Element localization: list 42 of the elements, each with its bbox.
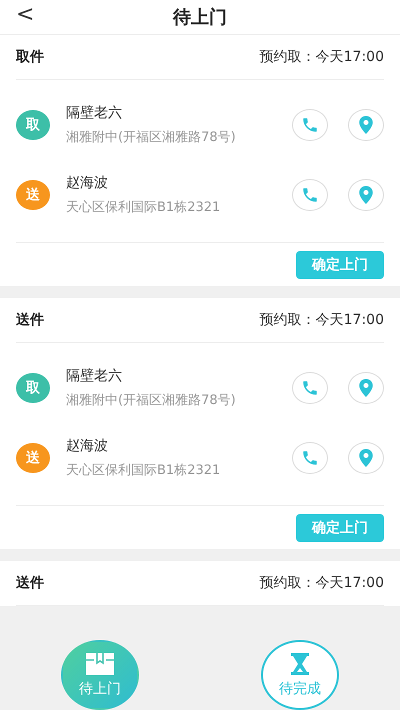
location-pin-icon: [357, 185, 375, 205]
nav-tab[interactable]: 待完成: [261, 640, 339, 710]
contact-badge: 送: [16, 443, 50, 473]
page-title: 待上门: [173, 6, 227, 29]
contact-address: 湘雅附中(开福区湘雅路78号): [66, 392, 237, 409]
call-button[interactable]: [292, 109, 328, 141]
order-type: 取件: [16, 48, 44, 66]
call-button[interactable]: [292, 179, 328, 211]
phone-icon: [301, 379, 319, 397]
contact-address: 天心区保利国际B1栋2321: [66, 462, 222, 479]
contact-name: 隔壁老六: [66, 104, 123, 122]
location-button[interactable]: [348, 442, 384, 474]
contact-badge: 取: [16, 110, 50, 140]
appointment-time: 预约取：今天17:00: [260, 311, 384, 329]
call-button[interactable]: [292, 442, 328, 474]
phone-icon: [301, 116, 319, 134]
location-pin-icon: [357, 115, 375, 135]
contact-address: 天心区保利国际B1栋2321: [66, 199, 222, 216]
phone-icon: [301, 449, 319, 467]
contact-badge: 取: [16, 373, 50, 403]
contact-address: 湘雅附中(开福区湘雅路78号): [66, 129, 237, 146]
location-button[interactable]: [348, 372, 384, 404]
back-button[interactable]: <: [16, 0, 34, 30]
hourglass-icon: [289, 652, 311, 676]
location-button[interactable]: [348, 179, 384, 211]
call-button[interactable]: [292, 372, 328, 404]
contact-badge: 送: [16, 180, 50, 210]
confirm-button[interactable]: 确定上门: [296, 514, 384, 542]
order-type: 送件: [16, 574, 44, 592]
appointment-time: 预约取：今天17:00: [260, 574, 384, 592]
contact-name: 赵海波: [66, 437, 109, 455]
location-pin-icon: [357, 378, 375, 398]
contact-name: 隔壁老六: [66, 367, 123, 385]
appointment-time: 预约取：今天17:00: [260, 48, 384, 66]
order-type: 送件: [16, 311, 44, 329]
location-pin-icon: [357, 448, 375, 468]
box-icon: [85, 652, 115, 676]
nav-tab[interactable]: 待上门: [61, 640, 139, 710]
confirm-button[interactable]: 确定上门: [296, 250, 384, 278]
contact-name: 赵海波: [66, 174, 109, 192]
phone-icon: [301, 186, 319, 204]
location-button[interactable]: [348, 109, 384, 141]
